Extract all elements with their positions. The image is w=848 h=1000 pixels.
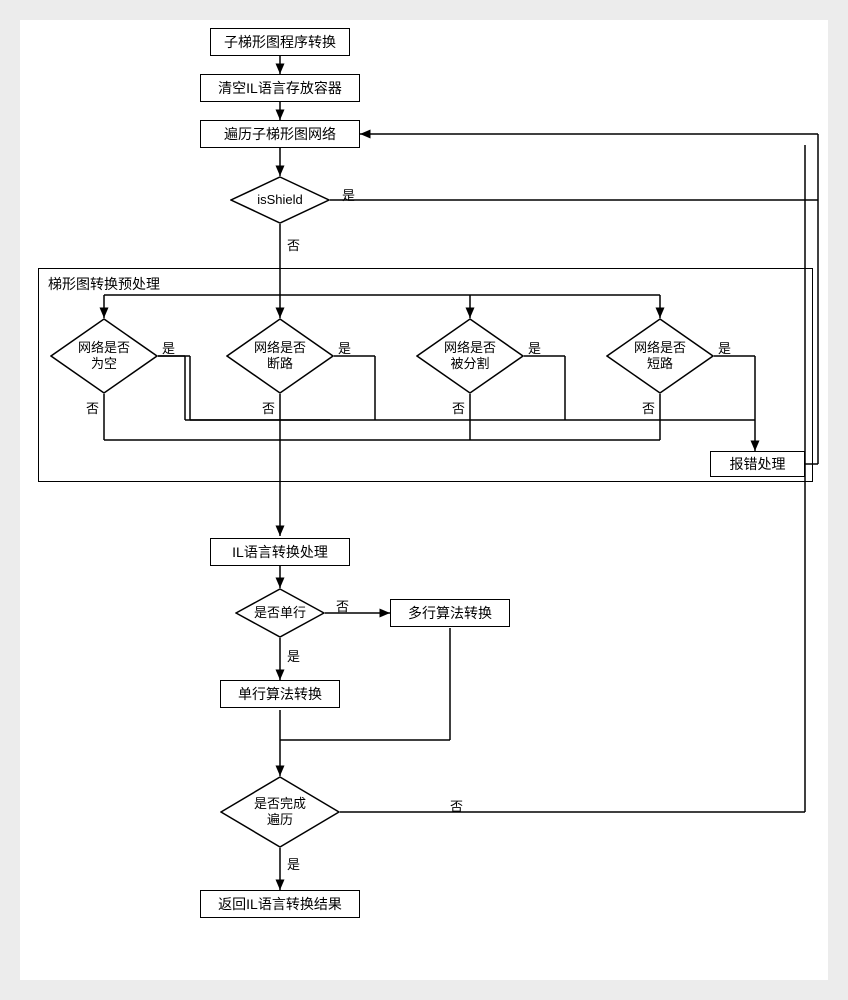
node-error-label: 报错处理 — [730, 455, 786, 473]
node-done-label: 是否完成 遍历 — [254, 796, 306, 827]
node-isempty-label: 网络是否 为空 — [78, 340, 130, 371]
node-clear-label: 清空IL语言存放容器 — [218, 79, 342, 97]
node-ilprocess: IL语言转换处理 — [210, 538, 350, 566]
edge-issplit-no: 否 — [452, 398, 465, 417]
edge-isshort-no: 否 — [642, 398, 655, 417]
edge-singleline-yes: 是 — [287, 646, 300, 665]
node-result-label: 返回IL语言转换结果 — [218, 895, 342, 913]
node-result: 返回IL语言转换结果 — [200, 890, 360, 918]
node-issplit: 网络是否 被分割 — [416, 318, 524, 394]
edge-isshield-no: 否 — [287, 235, 300, 254]
node-multiline: 多行算法转换 — [390, 599, 510, 627]
node-error: 报错处理 — [710, 451, 805, 477]
node-isshield: isShield — [230, 176, 330, 224]
node-singleline-label: 是否单行 — [254, 605, 306, 621]
node-clear: 清空IL语言存放容器 — [200, 74, 360, 102]
node-ilprocess-label: IL语言转换处理 — [232, 543, 328, 561]
node-singleline: 是否单行 — [235, 588, 325, 638]
node-traverse-label: 遍历子梯形图网络 — [224, 125, 336, 143]
edge-isshort-yes: 是 — [718, 338, 731, 357]
node-issplit-label: 网络是否 被分割 — [444, 340, 496, 371]
edge-isshield-yes: 是 — [342, 185, 355, 204]
edge-done-no: 否 — [450, 796, 463, 815]
edge-isbroken-yes: 是 — [338, 338, 351, 357]
edge-issplit-yes: 是 — [528, 338, 541, 357]
node-multiline-label: 多行算法转换 — [408, 604, 492, 622]
node-isshort-label: 网络是否 短路 — [634, 340, 686, 371]
node-singleconv: 单行算法转换 — [220, 680, 340, 708]
edge-isempty-yes: 是 — [162, 338, 175, 357]
node-isbroken: 网络是否 断路 — [226, 318, 334, 394]
node-start-label: 子梯形图程序转换 — [224, 33, 336, 51]
node-traverse: 遍历子梯形图网络 — [200, 120, 360, 148]
edge-isempty-no: 否 — [86, 398, 99, 417]
edge-done-yes: 是 — [287, 854, 300, 873]
flowchart-canvas: 子梯形图程序转换 清空IL语言存放容器 遍历子梯形图网络 isShield 梯形… — [20, 20, 828, 980]
node-isbroken-label: 网络是否 断路 — [254, 340, 306, 371]
edge-singleline-no: 否 — [336, 596, 349, 615]
node-done: 是否完成 遍历 — [220, 776, 340, 848]
node-start: 子梯形图程序转换 — [210, 28, 350, 56]
preprocessing-label: 梯形图转换预处理 — [48, 274, 160, 294]
node-isshort: 网络是否 短路 — [606, 318, 714, 394]
edge-isbroken-no: 否 — [262, 398, 275, 417]
connectors — [20, 20, 828, 980]
node-singleconv-label: 单行算法转换 — [238, 685, 322, 703]
node-isempty: 网络是否 为空 — [50, 318, 158, 394]
node-isshield-label: isShield — [257, 192, 303, 208]
